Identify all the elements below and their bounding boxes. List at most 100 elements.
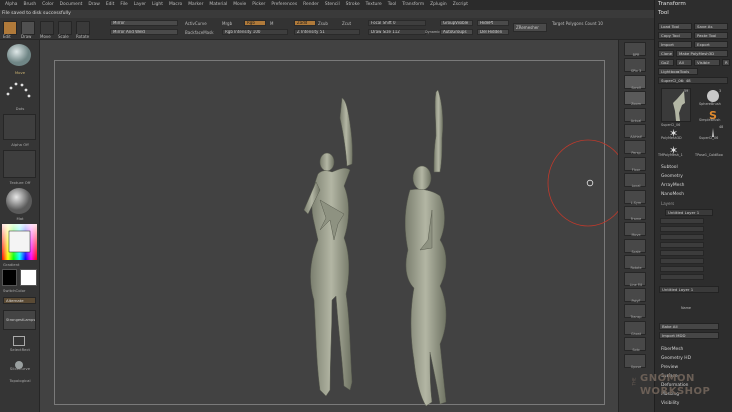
import-button[interactable]: Import — [658, 41, 692, 48]
geometry-menu[interactable]: Geometry — [661, 174, 683, 179]
material-sphere-icon[interactable] — [5, 187, 33, 215]
sculpt-figures[interactable] — [280, 90, 480, 410]
load-tool-button[interactable]: Load Tool — [658, 23, 692, 30]
move-brush-icon[interactable] — [5, 42, 33, 68]
groupvisible-button[interactable]: GroupVisible — [440, 20, 473, 26]
slicecurve-icon[interactable] — [13, 355, 25, 369]
tool-palette-title[interactable]: Tool — [658, 10, 669, 16]
thumb-polymesh3d[interactable]: ✶ — [661, 124, 689, 140]
menu-brush[interactable]: Brush — [20, 0, 39, 10]
all-button[interactable]: All — [676, 59, 692, 66]
menu-zplugin[interactable]: Zplugin — [427, 0, 450, 10]
menu-transform[interactable]: Transform — [399, 0, 427, 10]
snapshot-slot[interactable]: StrongestLamps — [3, 310, 36, 330]
zremesher-button[interactable]: ZRemesher — [513, 23, 547, 32]
thumb-simplebrush[interactable]: S — [699, 106, 727, 122]
menu-movie[interactable]: Movie — [230, 0, 249, 10]
menu-document[interactable]: Document — [57, 0, 86, 10]
clone-button[interactable]: Clone — [658, 50, 674, 57]
make-polymesh-button[interactable]: Make PolyMesh3D — [676, 50, 728, 57]
zsub-button[interactable]: Zsub — [318, 21, 328, 26]
mannequin-figure[interactable] — [405, 90, 447, 407]
menu-picker[interactable]: Picker — [249, 0, 268, 10]
menu-layer[interactable]: Layer — [131, 0, 149, 10]
layer-slot[interactable] — [660, 258, 704, 264]
dynamic-toggle[interactable]: Dynamic — [425, 30, 440, 34]
menu-file[interactable]: File — [117, 0, 130, 10]
menu-preferences[interactable]: Preferences — [268, 0, 300, 10]
thumb-tmpolymesh[interactable]: ✶ — [661, 141, 689, 157]
mrgb-button[interactable]: Mrgb — [222, 21, 232, 26]
rgb-intensity-slider[interactable]: Rgb Intensity 100 — [222, 29, 288, 35]
rgb-button[interactable]: Rgb — [244, 20, 266, 26]
focal-shift-slider[interactable]: Focal Shift 0 — [368, 20, 426, 26]
menu-zscript[interactable]: Zscript — [450, 0, 471, 10]
visible-button[interactable]: Visible — [694, 59, 720, 66]
menu-light[interactable]: Light — [149, 0, 166, 10]
layer-slot[interactable] — [660, 234, 704, 240]
menu-alpha[interactable]: Alpha — [2, 0, 20, 10]
layer-slot[interactable] — [660, 250, 704, 256]
switchcolor-button[interactable]: SwitchColor — [3, 288, 39, 293]
layer-slot[interactable] — [660, 218, 704, 224]
layer-name-button[interactable]: Name — [681, 306, 691, 310]
thumb-spherebrush[interactable] — [699, 88, 727, 102]
move-button[interactable] — [40, 21, 54, 35]
menu-color[interactable]: Color — [39, 0, 56, 10]
draw-size-slider[interactable]: Draw Size 112 — [368, 29, 426, 35]
menu-edit[interactable]: Edit — [103, 0, 118, 10]
menu-draw[interactable]: Draw — [85, 0, 102, 10]
current-tool-slider[interactable]: SuperCI_06: 48 — [658, 77, 728, 84]
alternate-button[interactable]: Alternate — [3, 297, 36, 304]
secondary-color-swatch[interactable] — [2, 269, 17, 286]
bake-all-button[interactable]: Bake All — [659, 323, 719, 330]
zadd-button[interactable]: Zadd — [294, 20, 316, 26]
target-polygons-slider[interactable]: Target Polygons Count 10 — [552, 21, 603, 26]
layer-name-row[interactable]: Untitled Layer 1 — [665, 209, 713, 216]
geometry-hd-menu[interactable]: Geometry HD — [661, 356, 691, 361]
arraymesh-menu[interactable]: ArrayMesh — [661, 183, 684, 188]
zcut-button[interactable]: Zcut — [342, 21, 351, 26]
layer-slot[interactable] — [660, 274, 704, 280]
draw-button[interactable] — [21, 21, 35, 35]
export-button[interactable]: Export — [694, 41, 728, 48]
fibermesh-menu[interactable]: FiberMesh — [661, 347, 683, 352]
alpha-slot[interactable] — [3, 114, 36, 140]
selectrect-icon[interactable] — [13, 336, 25, 346]
dots-stroke-icon[interactable] — [5, 78, 33, 104]
z-intensity-slider[interactable]: Z Intensity 51 — [294, 29, 360, 35]
m-button[interactable]: M — [270, 21, 273, 26]
layers-menu[interactable]: Layers — [661, 201, 674, 206]
goz-button[interactable]: GoZ — [658, 59, 674, 66]
save-as-button[interactable]: Save As — [694, 23, 728, 30]
rotate-button[interactable] — [76, 21, 90, 35]
hidept-button[interactable]: HidePt — [477, 20, 509, 26]
layer-slot[interactable] — [660, 226, 704, 232]
mirror-button[interactable]: Mirror — [110, 20, 178, 26]
nanomesh-menu[interactable]: NanoMesh — [661, 192, 684, 197]
preview-menu[interactable]: Preview — [661, 365, 678, 370]
primary-color-swatch[interactable] — [20, 269, 37, 286]
menu-texture[interactable]: Texture — [363, 0, 385, 10]
layer-slot[interactable] — [660, 242, 704, 248]
subtool-menu[interactable]: Subtool — [661, 165, 678, 170]
menu-macro[interactable]: Macro — [166, 0, 185, 10]
color-picker[interactable] — [2, 224, 37, 260]
mirror-weld-button[interactable]: Mirror And Weld — [110, 29, 178, 35]
autogroups-button[interactable]: AutoGroups — [440, 29, 473, 35]
backfacemask-toggle[interactable]: BackfaceMask — [185, 30, 214, 35]
delhidden-button[interactable]: Del Hidden — [477, 29, 509, 35]
menu-marker[interactable]: Marker — [185, 0, 206, 10]
edit-button[interactable] — [3, 21, 17, 35]
scale-button[interactable] — [58, 21, 72, 35]
transform-palette-title[interactable]: Transform — [658, 1, 686, 7]
thumb-superci-06[interactable] — [661, 88, 691, 122]
copy-tool-button[interactable]: Copy Tool — [658, 32, 692, 39]
lightbox-tools-button[interactable]: Lightbox▸Tools — [658, 68, 698, 75]
texture-slot[interactable] — [3, 150, 36, 178]
menu-tool[interactable]: Tool — [385, 0, 400, 10]
paste-tool-button[interactable]: Paste Tool — [694, 32, 728, 39]
layer-slot[interactable] — [660, 266, 704, 272]
r-button[interactable]: R — [722, 59, 730, 66]
menu-stroke[interactable]: Stroke — [343, 0, 363, 10]
